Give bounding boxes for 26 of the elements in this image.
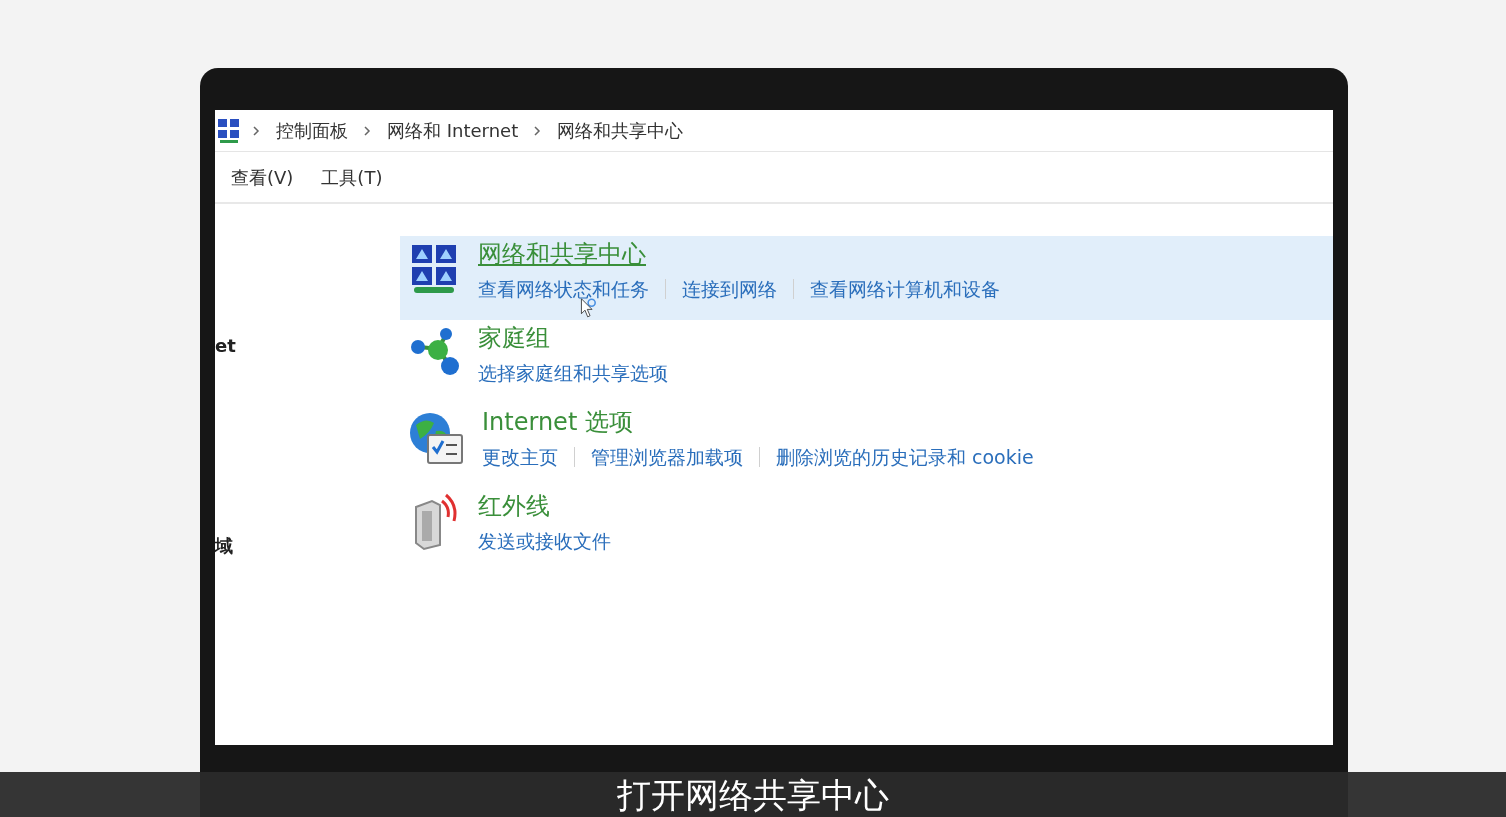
chevron-icon bbox=[253, 125, 260, 136]
menu-item[interactable]: 查看(V) bbox=[231, 163, 294, 191]
task-link[interactable]: 连接到网络 bbox=[682, 275, 777, 304]
item-title[interactable]: 红外线 bbox=[478, 491, 611, 521]
breadcrumb-item[interactable]: 网络和共享中心 bbox=[553, 117, 688, 144]
menu-item[interactable]: 工具(T) bbox=[321, 163, 383, 191]
chevron-icon bbox=[364, 125, 371, 136]
task-link[interactable]: 更改主页 bbox=[482, 443, 558, 472]
sidebar-link[interactable]: 域 bbox=[215, 532, 233, 559]
control-panel-item[interactable]: 网络和共享中心 查看网络状态和任务 连接到网络 查看网络计算机和设备 bbox=[400, 236, 1333, 320]
task-link[interactable]: 选择家庭组和共享选项 bbox=[478, 359, 668, 388]
breadcrumb-item[interactable]: 网络和 Internet bbox=[383, 117, 523, 144]
task-link[interactable]: 管理浏览器加载项 bbox=[591, 443, 743, 472]
task-link[interactable]: 删除浏览的历史记录和 cookie bbox=[776, 443, 1034, 472]
network-icon bbox=[217, 117, 241, 144]
chevron-icon bbox=[534, 125, 542, 136]
breadcrumb-item[interactable]: 控制面板 bbox=[272, 117, 352, 144]
item-title[interactable]: 网络和共享中心 bbox=[478, 239, 1000, 269]
cursor-icon bbox=[580, 298, 597, 320]
sidebar-link[interactable]: et bbox=[215, 332, 236, 359]
task-link[interactable]: 查看网络计算机和设备 bbox=[810, 275, 1000, 304]
item-title[interactable]: 家庭组 bbox=[478, 323, 668, 353]
item-title[interactable]: Internet 选项 bbox=[482, 407, 1034, 437]
task-link[interactable]: 查看网络状态和任务 bbox=[478, 275, 649, 304]
subtitle: 打开网络共享中心 bbox=[617, 774, 889, 815]
task-link[interactable]: 发送或接收文件 bbox=[478, 527, 611, 556]
